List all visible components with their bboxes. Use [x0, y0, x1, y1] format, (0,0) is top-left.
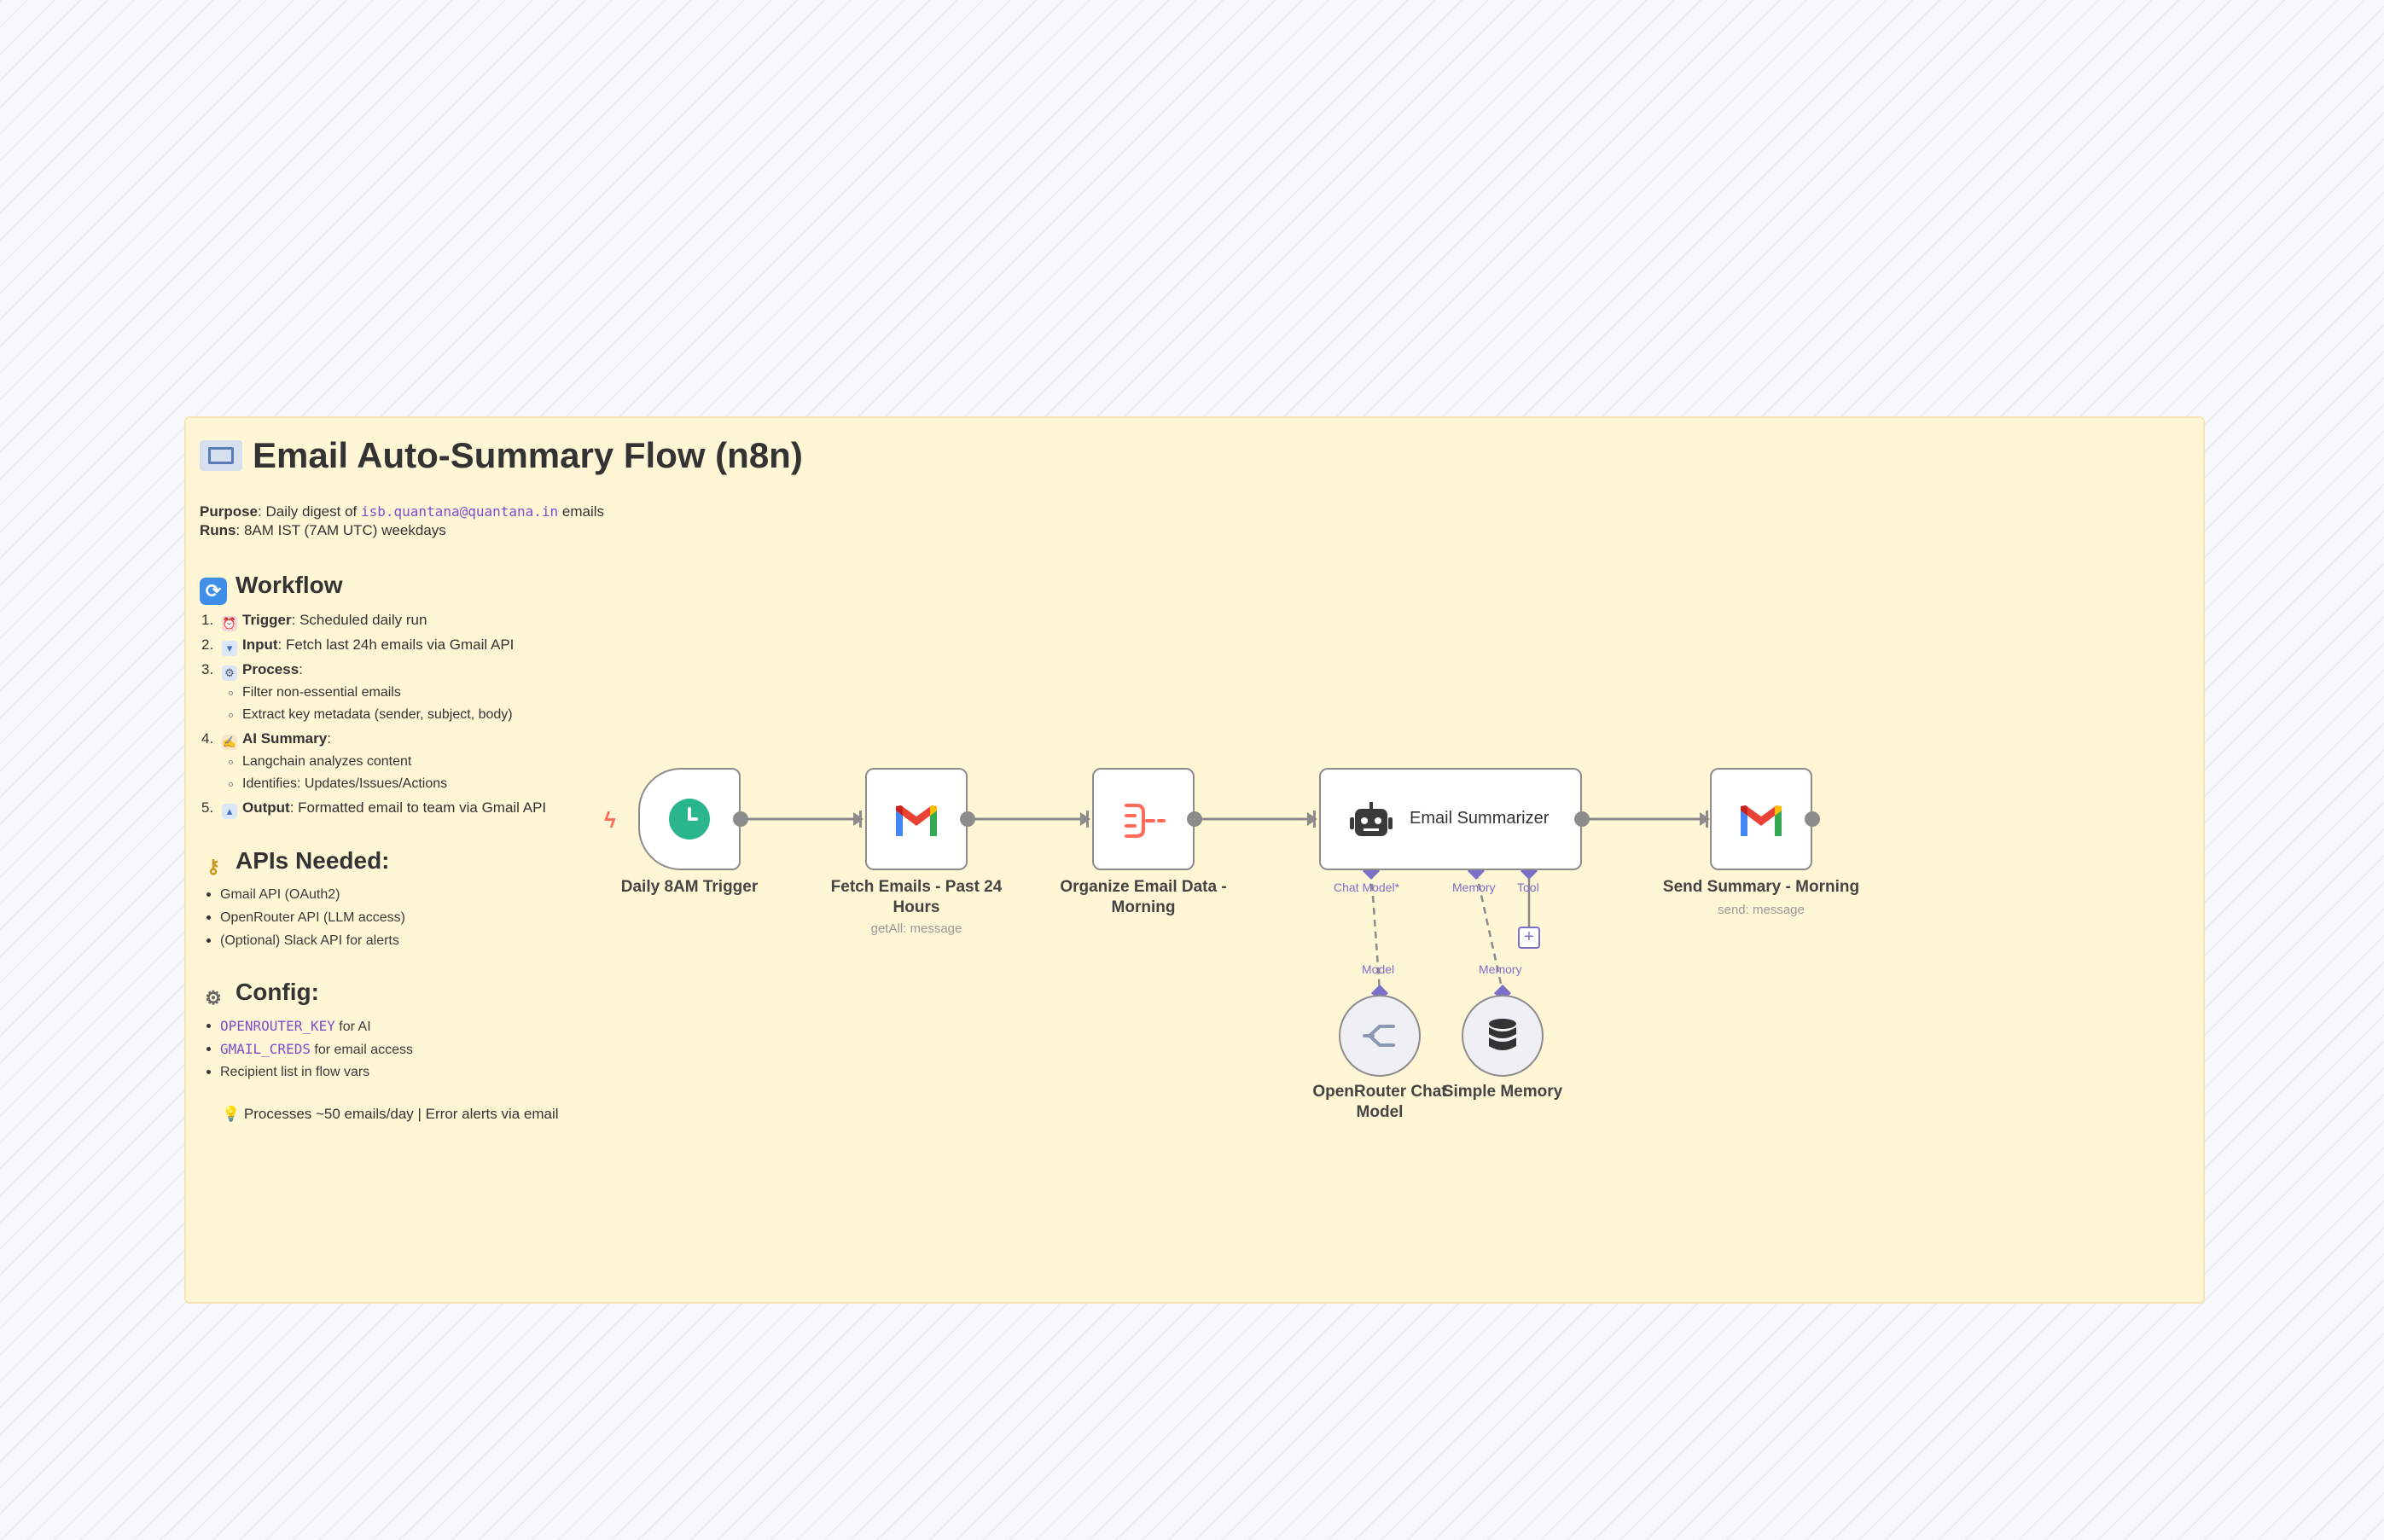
lightning-icon: ϟ: [604, 807, 616, 833]
send-subtitle: send: message: [1718, 903, 1805, 917]
model-port-label: Model: [1362, 962, 1395, 976]
fetch-subtitle: getAll: message: [870, 921, 962, 936]
send-summary-node[interactable]: [1710, 768, 1812, 870]
fetch-emails-node[interactable]: [865, 768, 968, 870]
arrow-head: [853, 812, 863, 826]
organize-output-port[interactable]: [1187, 811, 1202, 827]
fetch-label: Fetch Emails - Past 24 Hours: [830, 878, 1003, 916]
robot-icon: [1350, 802, 1393, 836]
add-tool-button[interactable]: +: [1518, 927, 1540, 949]
fetch-output-port[interactable]: [960, 811, 975, 827]
arrow-head: [1307, 812, 1317, 826]
gmail-icon: [1741, 805, 1782, 836]
summarizer-title: Email Summarizer: [1410, 809, 1550, 828]
openrouter-node[interactable]: [1339, 995, 1421, 1077]
trigger-label: Daily 8AM Trigger: [620, 878, 759, 896]
database-icon: [1489, 1019, 1516, 1050]
organize-node[interactable]: [1092, 768, 1195, 870]
memory-input-label: Memory: [1479, 962, 1522, 976]
openrouter-icon: [1363, 1025, 1395, 1047]
trigger-node[interactable]: [638, 768, 741, 870]
memory-port-label: Memory: [1452, 880, 1496, 894]
simple-memory-node[interactable]: [1462, 995, 1544, 1077]
tool-port-label: Tool: [1517, 880, 1539, 894]
organize-label: Organize Email Data - Morning: [1060, 878, 1227, 916]
trigger-output-port[interactable]: [733, 811, 748, 827]
memory-label: Simple Memory: [1442, 1083, 1563, 1101]
clock-icon: [669, 799, 710, 840]
send-label: Send Summary - Morning: [1662, 878, 1860, 896]
summarizer-output-port[interactable]: [1574, 811, 1590, 827]
email-summarizer-node[interactable]: Email Summarizer: [1319, 768, 1582, 870]
gmail-icon: [896, 805, 937, 836]
arrow-head: [1080, 812, 1090, 826]
arrow-head: [1700, 812, 1710, 826]
edit-fields-icon: [1125, 804, 1166, 838]
send-output-port[interactable]: [1805, 811, 1820, 827]
chat-model-port-label: Chat Model*: [1334, 880, 1400, 894]
